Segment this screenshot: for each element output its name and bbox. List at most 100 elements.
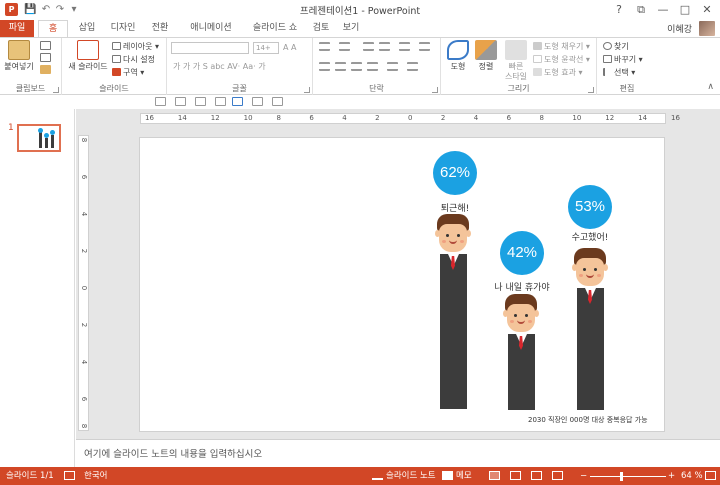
slideshow-icon[interactable] [552,471,563,480]
bullets-icon[interactable] [319,42,330,51]
businessman-figure[interactable] [570,248,610,410]
font-format-tools[interactable]: 가 가 가 S abc AV· Aa· 가 [173,62,266,72]
percent-bubble[interactable]: 42% [500,231,544,275]
dialog-launcher-icon[interactable] [432,87,438,93]
comments-button[interactable]: 메모 [456,470,472,482]
zoom-slider-handle[interactable] [620,472,623,481]
align-left-icon[interactable] [319,62,330,71]
zoom-in-button[interactable]: + [668,470,675,482]
toolbar-picture-icon[interactable] [232,97,243,106]
dialog-launcher-icon[interactable] [588,87,594,93]
normal-view-icon[interactable] [489,471,500,480]
reading-view-icon[interactable] [531,471,542,480]
cheek [510,320,514,323]
tab-transitions[interactable]: 전환 [146,20,174,37]
font-name-select[interactable] [171,42,249,54]
copy-icon[interactable] [40,53,51,62]
ribbon-display-button[interactable]: ⧉ [630,0,652,20]
grow-font-icon[interactable]: A A [283,43,297,53]
help-button[interactable]: ? [608,0,630,20]
new-slide-button[interactable]: 새 슬라이드 [66,40,110,72]
clipboard-label: 클립보드 [15,84,46,93]
thumbnail-bubble [38,128,43,133]
minimize-button[interactable]: — [652,0,674,20]
toolbar-distribute-icon[interactable] [175,97,186,106]
tab-insert[interactable]: 삽입 [72,20,102,37]
collapse-ribbon-icon[interactable]: ∧ [707,82,714,92]
toolbar-more-icon[interactable] [272,97,283,106]
decrease-indent-icon[interactable] [363,42,374,51]
tab-review[interactable]: 검토 [308,20,334,37]
speech-text[interactable]: 퇴근해! [433,201,477,214]
dialog-launcher-icon[interactable] [304,87,310,93]
percent-bubble[interactable]: 62% [433,151,477,195]
notes-placeholder[interactable]: 여기에 슬라이드 노트의 내용을 입력하십시오 [84,446,262,460]
avatar[interactable] [699,21,715,36]
businessman-figure[interactable] [433,214,473,410]
close-button[interactable]: ✕ [696,0,718,20]
format-painter-icon[interactable] [40,65,51,74]
columns-icon[interactable] [419,42,430,51]
cheek [528,320,532,323]
dialog-launcher-icon[interactable] [53,87,59,93]
businessman-figure[interactable] [501,294,541,410]
font-size-select[interactable]: 14+ [253,42,279,54]
shape-outline-button[interactable]: 도형 윤곽선 ▾ [533,54,590,65]
quick-styles-button[interactable]: 빠른 스타일 [501,40,531,82]
text-direction-icon[interactable] [387,62,398,71]
justify-icon[interactable] [367,62,378,71]
tab-animations[interactable]: 애니메이션 [180,20,242,37]
select-button[interactable]: 선택 ▾ [603,67,635,78]
increase-indent-icon[interactable] [379,42,390,51]
section-button[interactable]: 구역 ▾ [112,67,144,78]
speech-text[interactable]: 수고했어! [560,230,620,243]
horizontal-ruler[interactable]: 16 14 12 10 8 6 4 2 0 2 4 6 8 10 12 14 16 [140,113,680,124]
ruler-tick-label: 8 [539,114,544,122]
ruler-tick-label: 6 [309,114,314,122]
layout-button[interactable]: 레이아웃 ▾ [112,41,159,52]
speech-text[interactable]: 나 내일 휴가야 [485,280,559,293]
toolbar-shape-icon[interactable] [215,97,226,106]
arrange-button[interactable]: 정렬 [473,40,499,72]
maximize-button[interactable]: □ [674,0,696,20]
shapes-button[interactable]: 도형 [445,40,471,72]
toolbar-table-icon[interactable] [252,97,263,106]
zoom-level[interactable]: 64 % [681,470,703,482]
tab-slideshow[interactable]: 슬라이드 쇼 [246,20,304,37]
align-right-icon[interactable] [351,62,362,71]
slide-sorter-icon[interactable] [510,471,521,480]
tab-home[interactable]: 홈 [38,20,68,38]
find-button[interactable]: 찾기 [603,41,629,52]
tab-file[interactable]: 파일 [0,20,34,37]
line-spacing-icon[interactable] [399,42,410,51]
toolbar-text-icon[interactable] [195,97,206,106]
footnote-text[interactable]: 2030 직장인 000명 대상 중복응답 가능 [528,415,648,425]
zoom-slider[interactable] [590,476,666,477]
slide-thumbnail[interactable] [17,124,61,152]
numbering-icon[interactable] [339,42,350,51]
language-indicator[interactable]: 한국어 [84,470,107,482]
cut-icon[interactable] [40,41,51,50]
toolbar-align-icon[interactable] [155,97,166,106]
tab-view[interactable]: 보기 [338,20,364,37]
vertical-ruler[interactable]: 8 6 4 2 0 2 4 6 8 [78,135,89,431]
font-group: 14+ A A 가 가 가 S abc AV· Aa· 가 글꼴 [167,38,313,95]
zoom-out-button[interactable]: − [580,470,587,482]
ruler-tick-label: 2 [375,114,380,122]
align-center-icon[interactable] [335,62,346,71]
percent-bubble[interactable]: 53% [568,185,612,229]
comments-icon [442,471,453,480]
user-name[interactable]: 이혜강 [667,22,692,35]
slide-canvas[interactable]: 62% 퇴근해! 42% 나 내일 휴가야 53% 수고했어! 2030 직장인… [139,137,665,432]
shape-fill-button[interactable]: 도형 채우기 ▾ [533,41,590,52]
tab-design[interactable]: 디자인 [105,20,141,37]
notes-toggle-button[interactable]: 슬라이드 노트 [386,470,436,482]
align-text-icon[interactable] [407,62,418,71]
fit-to-window-icon[interactable] [705,471,716,480]
replace-button[interactable]: 바꾸기 ▾ [603,54,643,65]
notes-pane[interactable]: 여기에 슬라이드 노트의 내용을 입력하십시오 [76,439,720,467]
shape-effects-button[interactable]: 도형 효과 ▾ [533,67,583,78]
spelling-icon[interactable] [64,471,75,480]
paste-button[interactable]: 붙여넣기 [2,40,36,72]
reset-button[interactable]: 다시 설정 [112,54,155,65]
